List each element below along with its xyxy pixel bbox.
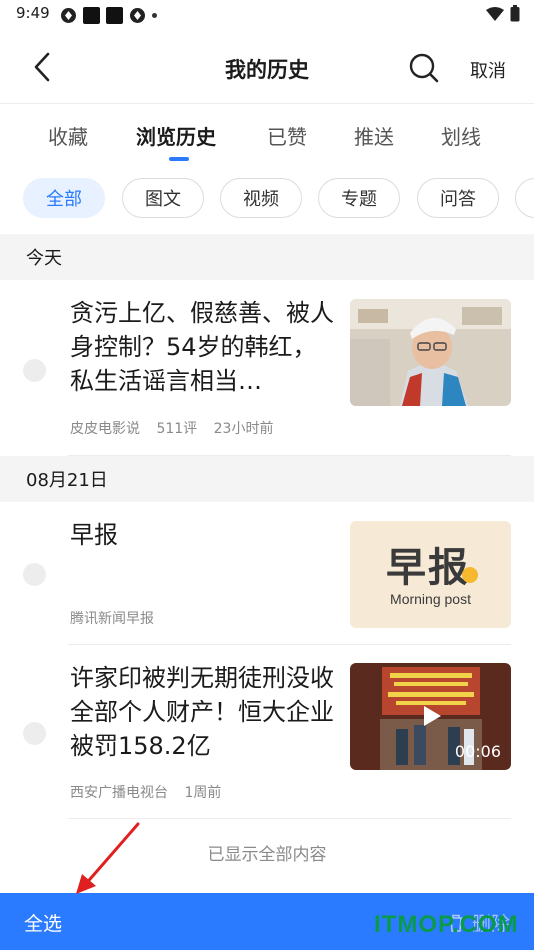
status-bar: 9:49 — [0, 0, 534, 30]
app-notification-icon — [83, 6, 100, 24]
thumbnail-title: 早报 — [386, 545, 470, 591]
app-notification-icon — [106, 6, 123, 24]
sun-dot-icon — [462, 567, 478, 583]
search-icon[interactable] — [408, 52, 440, 84]
item-meta: 西安广播电视台 1周前 — [70, 782, 233, 802]
item-time: 23小时前 — [213, 421, 274, 437]
filter-chip-qa[interactable]: 问答 — [417, 178, 499, 218]
item-time: 1周前 — [184, 785, 222, 801]
tab-highlights[interactable]: 划线 — [441, 121, 481, 150]
wifi-icon — [486, 6, 504, 21]
select-radio[interactable] — [23, 359, 46, 382]
tab-push[interactable]: 推送 — [354, 121, 394, 150]
watermark: ITMOP.COM — [374, 911, 519, 938]
filter-chip-more[interactable] — [515, 178, 534, 218]
date-section-header: 08月21日 — [0, 456, 534, 502]
item-title: 早报 — [70, 521, 118, 549]
item-thumbnail: 早报 Morning post — [350, 521, 511, 628]
more-notifications-icon — [152, 12, 157, 18]
item-source: 西安广播电视台 — [70, 785, 168, 801]
item-thumbnail — [350, 299, 511, 406]
history-page: 9:49 我的历史 取消 收藏 浏览历史 已赞 推送 划线 全部 图文 视频 专… — [0, 0, 534, 950]
item-meta: 腾讯新闻早报 — [70, 608, 166, 628]
date-section-header: 今天 — [0, 234, 534, 280]
person-interview-image — [350, 299, 511, 406]
status-time: 9:49 — [16, 4, 50, 22]
section-date: 今天 — [26, 248, 62, 269]
list-item[interactable]: 许家印被判无期徒刑没收全部个人财产！恒大企业被罚158.2亿 西安广播电视台 1… — [0, 645, 534, 819]
play-icon[interactable] — [418, 703, 444, 729]
page-title: 我的历史 — [225, 58, 309, 82]
section-date: 08月21日 — [26, 470, 108, 491]
filter-chip-all[interactable]: 全部 — [23, 178, 105, 218]
active-tab-indicator — [169, 157, 189, 161]
video-thumbnail[interactable]: 00:06 — [350, 663, 511, 770]
cancel-button[interactable]: 取消 — [470, 57, 506, 83]
select-radio[interactable] — [23, 722, 46, 745]
filter-chip-articles[interactable]: 图文 — [122, 178, 204, 218]
item-comments: 511评 — [156, 421, 198, 437]
video-duration: 00:06 — [454, 742, 501, 761]
item-title: 许家印被判无期徒刑没收全部个人财产！恒大企业被罚158.2亿 — [70, 664, 334, 760]
tab-liked[interactable]: 已赞 — [267, 121, 307, 150]
tab-favorites[interactable]: 收藏 — [48, 121, 88, 150]
notification-icon — [130, 7, 145, 23]
item-divider — [68, 818, 511, 819]
item-meta: 皮皮电影说 511评 23小时前 — [70, 418, 285, 438]
filter-chips: 全部 图文 视频 专题 问答 — [0, 176, 534, 222]
tab-browse-history[interactable]: 浏览历史 — [136, 121, 216, 150]
filter-chip-topics[interactable]: 专题 — [318, 178, 400, 218]
filter-chip-videos[interactable]: 视频 — [220, 178, 302, 218]
notification-icon — [61, 7, 76, 23]
list-item[interactable]: 早报 腾讯新闻早报 早报 Morning post — [0, 502, 534, 645]
end-of-list-note: 已显示全部内容 — [207, 845, 327, 865]
app-header: 我的历史 取消 — [0, 30, 534, 104]
history-tabs: 收藏 浏览历史 已赞 推送 划线 — [0, 104, 534, 170]
select-radio[interactable] — [23, 563, 46, 586]
item-source: 皮皮电影说 — [70, 421, 140, 437]
item-title: 贪污上亿、假慈善、被人身控制？54岁的韩红，私生活谣言相当… — [70, 299, 334, 395]
system-icons — [486, 5, 520, 22]
thumbnail-subtitle: Morning post — [390, 591, 471, 607]
list-item[interactable]: 贪污上亿、假慈善、被人身控制？54岁的韩红，私生活谣言相当… 皮皮电影说 511… — [0, 280, 534, 456]
item-source: 腾讯新闻早报 — [70, 611, 154, 627]
notification-icons — [60, 6, 157, 24]
select-all-button[interactable]: 全选 — [24, 909, 62, 936]
battery-icon — [510, 5, 520, 22]
